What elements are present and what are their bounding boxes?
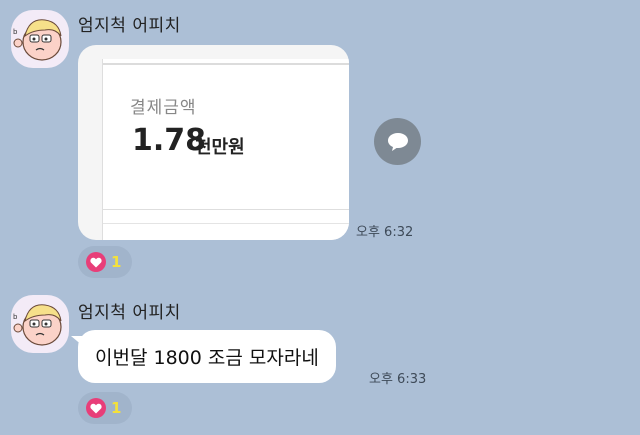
reaction-count: 1 — [111, 399, 122, 417]
svg-text:b: b — [13, 313, 18, 321]
reaction-badge[interactable]: 1 — [78, 392, 132, 424]
share-button[interactable] — [374, 118, 421, 165]
payment-label: 결제금액 — [130, 98, 197, 118]
sender-name: 엄지척 어피치 — [78, 16, 181, 36]
reaction-badge[interactable]: 1 — [78, 246, 132, 278]
reaction-count: 1 — [111, 253, 122, 271]
text-message[interactable]: 이번달 1800 조금 모자라네 — [78, 330, 336, 383]
payment-screenshot: 결제금액 1.78 천만원 — [102, 59, 349, 240]
avatar[interactable]: b — [11, 10, 69, 68]
sender-name: 엄지척 어피치 — [78, 303, 181, 323]
svg-text:b: b — [13, 28, 18, 36]
divider — [103, 63, 349, 65]
speech-bubble-icon — [387, 132, 408, 151]
payment-unit: 천만원 — [195, 137, 245, 158]
chat-screen: b 엄지척 어피치 결제금액 1.78 천만원 오후 6:32 1 b 엄지척 … — [0, 0, 640, 435]
avatar[interactable]: b — [11, 295, 69, 353]
apeach-avatar-icon: b — [13, 304, 62, 346]
message-time: 오후 6:32 — [356, 225, 414, 240]
image-message[interactable]: 결제금액 1.78 천만원 — [78, 45, 349, 240]
divider — [103, 223, 349, 224]
divider — [103, 209, 349, 210]
heart-icon — [86, 252, 106, 272]
message-time: 오후 6:33 — [369, 372, 427, 387]
heart-icon — [86, 398, 106, 418]
apeach-avatar-icon: b — [13, 19, 62, 61]
